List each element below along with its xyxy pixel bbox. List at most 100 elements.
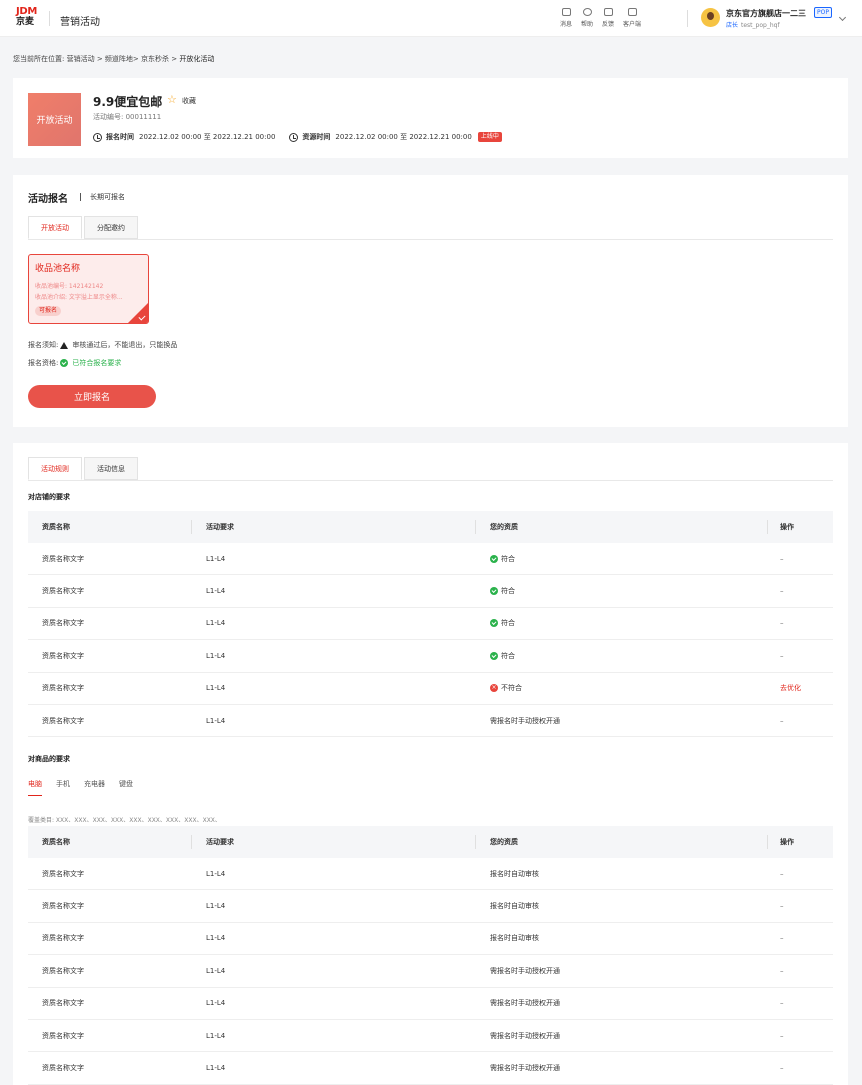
tab-category[interactable]: 键盘 <box>119 779 133 796</box>
divider <box>28 480 833 481</box>
jdm-logo[interactable]: JDM 京麦 <box>16 7 42 27</box>
cell-name: 资质名称文字 <box>42 966 84 975</box>
tab-activity-info[interactable]: 活动信息 <box>84 457 138 480</box>
check-circle-icon <box>60 359 69 367</box>
status-text: 报名时自动审核 <box>490 869 539 878</box>
coverage-categories: 覆盖类目: XXX、XXX、XXX、XXX、XXX、XXX、XXX、XXX、XX… <box>28 817 221 824</box>
section-subtitle: 长期可报名 <box>90 193 125 201</box>
help-button[interactable]: 帮助 <box>581 8 593 28</box>
message-icon <box>561 8 571 16</box>
shop-requirements-table: 资质名称 活动要求 您的资质 操作 资质名称文字 L1-L4 符合 – 资质名称文字 L1… <box>28 511 833 738</box>
cell-name: 资质名称文字 <box>42 999 84 1008</box>
pool-number: 收品池编号: 142142142 <box>35 283 104 290</box>
cell-action: – <box>780 869 784 878</box>
app-title: 营销活动 <box>60 17 100 28</box>
cell-action: – <box>780 966 784 975</box>
activity-name: 9.9便宜包邮 <box>93 95 163 109</box>
signup-notice: 报名须知: 审核通过后，不能退出，只能换品 <box>28 340 177 350</box>
divider <box>28 239 833 240</box>
tab-category[interactable]: 充电器 <box>84 779 105 796</box>
cell-name: 资质名称文字 <box>42 554 84 563</box>
check-circle-icon <box>490 651 498 660</box>
table-header: 资质名称 活动要求 您的资质 操作 <box>28 511 833 543</box>
status-text: 符合 <box>501 619 515 628</box>
column-divider <box>767 520 768 534</box>
tab-assigned-invite[interactable]: 分配邀约 <box>84 216 138 239</box>
cell-name: 资质名称文字 <box>42 619 84 628</box>
signup-time: 2022.12.02 00:00 至 2022.12.21 00:00 <box>139 133 276 141</box>
clock-icon <box>289 132 299 142</box>
cell-action: – <box>780 999 784 1008</box>
signup-time-label: 报名时间 <box>106 133 134 141</box>
table-row: 资质名称文字 L1-L4 × 不符合 去优化 <box>28 673 833 705</box>
resource-time-label: 资源时间 <box>302 133 331 141</box>
tab-category[interactable]: 手机 <box>56 779 70 796</box>
client-button[interactable]: 客户端 <box>623 8 641 28</box>
shop-requirements-heading: 对店铺的要求 <box>28 493 70 501</box>
rules-tabs: 活动规则 活动信息 <box>28 457 140 480</box>
notice-label: 报名须知: <box>28 341 59 349</box>
status-text: 需报名时手动授权开通 <box>490 1031 560 1040</box>
status-text: 报名时自动审核 <box>490 934 539 943</box>
status-badge: 上线中 <box>477 132 502 142</box>
status-text: 符合 <box>501 587 515 596</box>
tab-open-activity[interactable]: 开放活动 <box>28 216 82 239</box>
tool-label: 消息 <box>560 21 573 28</box>
table-row: 资质名称文字 L1-L4 需报名时手动授权开通 – <box>28 955 833 988</box>
tab-category[interactable]: 电脑 <box>28 779 42 796</box>
cell-status: 符合 <box>490 651 515 661</box>
cell-name: 资质名称文字 <box>42 934 84 943</box>
cell-status: 需报名时手动授权开通 <box>490 966 560 976</box>
tool-label: 客户端 <box>623 21 642 28</box>
cell-action: – <box>780 619 784 628</box>
cell-name: 资质名称文字 <box>42 684 84 693</box>
cell-name: 资质名称文字 <box>42 1064 84 1073</box>
cell-action: – <box>780 902 784 911</box>
cell-requirement: L1-L4 <box>206 684 226 693</box>
cell-action: – <box>780 554 784 563</box>
activity-number: 活动编号: 00011111 <box>93 113 162 121</box>
column-divider <box>191 835 192 849</box>
cell-action: – <box>780 1031 784 1040</box>
tab-activity-rules[interactable]: 活动规则 <box>28 457 82 480</box>
cell-requirement: L1-L4 <box>206 716 226 725</box>
column-header: 资质名称 <box>42 838 70 846</box>
warning-icon <box>60 341 69 349</box>
shop-name[interactable]: 京东官方旗舰店一二三 <box>726 8 806 19</box>
table-row: 资质名称文字 L1-L4 需报名时手动授权开通 – <box>28 705 833 738</box>
signup-card: 活动报名 长期可报名 开放活动 分配邀约 收品池名称 收品池编号: 142142… <box>13 175 848 427</box>
feedback-button[interactable]: 反馈 <box>602 8 614 28</box>
cell-name: 资质名称文字 <box>42 716 84 725</box>
favorite-button[interactable]: 收藏 <box>182 96 196 106</box>
optimize-link[interactable]: 去优化 <box>780 683 801 693</box>
cell-status: 报名时自动审核 <box>490 901 539 911</box>
pool-name: 收品池名称 <box>35 264 81 274</box>
breadcrumb-path[interactable]: 营销活动 > 频道阵地> 京东秒杀 > <box>67 55 178 63</box>
signup-button[interactable]: 立即报名 <box>28 385 156 408</box>
check-circle-icon <box>490 587 498 596</box>
status-text: 不符合 <box>501 684 522 693</box>
column-header: 操作 <box>780 523 794 531</box>
breadcrumb-current: 开放化活动 <box>179 55 215 63</box>
help-icon <box>582 8 592 16</box>
product-requirements-table: 资质名称 活动要求 您的资质 操作 资质名称文字 L1-L4 报名时自动审核 – 资质名… <box>28 826 833 1085</box>
avatar[interactable] <box>701 8 720 27</box>
pool-card[interactable]: 收品池名称 收品池编号: 142142142 收品池介绍: 文字溢上显示全称..… <box>28 254 149 324</box>
check-circle-icon <box>490 619 498 628</box>
status-text: 符合 <box>501 651 515 660</box>
message-button[interactable]: 消息 <box>560 8 572 28</box>
cell-status: × 不符合 <box>490 683 522 693</box>
resource-time: 2022.12.02 00:00 至 2022.12.21 00:00 <box>335 133 472 141</box>
status-text: 需报名时手动授权开通 <box>490 716 560 725</box>
breadcrumb-prefix: 您当前所在位置: <box>13 55 65 63</box>
star-icon[interactable]: ☆ <box>167 94 178 105</box>
notice-text: 审核通过后，不能退出，只能换品 <box>72 341 178 349</box>
column-header: 您的资质 <box>490 838 518 846</box>
breadcrumb: 您当前所在位置: 营销活动 > 频道阵地> 京东秒杀 > 开放化活动 <box>13 54 214 64</box>
error-circle-icon: × <box>490 684 498 693</box>
clock-icon <box>93 132 102 142</box>
divider <box>687 10 688 27</box>
chevron-down-icon[interactable] <box>838 13 847 22</box>
cell-requirement: L1-L4 <box>206 1064 226 1073</box>
cell-name: 资质名称文字 <box>42 902 84 911</box>
